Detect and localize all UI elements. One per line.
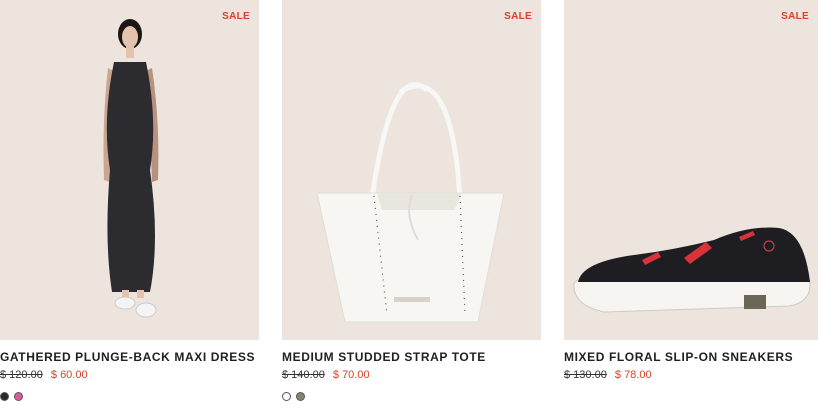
product-image[interactable]: SALE bbox=[282, 0, 541, 340]
original-price: $ 140.00 bbox=[282, 369, 325, 381]
color-swatches bbox=[282, 392, 305, 401]
product-title[interactable]: MIXED FLORAL SLIP-ON SNEAKERS bbox=[564, 350, 793, 364]
price-row: $ 120.00 $ 60.00 bbox=[0, 369, 88, 381]
color-swatch-pink[interactable] bbox=[14, 392, 23, 401]
tote-bag-image bbox=[316, 82, 505, 323]
color-swatch-taupe[interactable] bbox=[296, 392, 305, 401]
sneaker-image bbox=[573, 227, 811, 313]
product-card: SALE MEDIUM STUDDED STRAP TOTE $ 140.00 … bbox=[282, 0, 541, 412]
sale-badge: SALE bbox=[781, 11, 809, 22]
price-row: $ 130.00 $ 78.00 bbox=[564, 369, 652, 381]
sale-badge: SALE bbox=[504, 11, 532, 22]
dress-image bbox=[103, 19, 159, 318]
product-card: SALE MIXED FLORAL SLIP-ON SNEAKERS $ 130… bbox=[564, 0, 818, 412]
product-image[interactable]: SALE bbox=[0, 0, 259, 340]
product-grid: SALE GATHERED PLUNGE-BACK MAXI DRESS $ 1… bbox=[0, 0, 818, 412]
color-swatches bbox=[0, 392, 23, 401]
product-title[interactable]: GATHERED PLUNGE-BACK MAXI DRESS bbox=[0, 350, 255, 364]
original-price: $ 130.00 bbox=[564, 369, 607, 381]
color-swatch-dark[interactable] bbox=[0, 392, 9, 401]
original-price: $ 120.00 bbox=[0, 369, 43, 381]
product-title[interactable]: MEDIUM STUDDED STRAP TOTE bbox=[282, 350, 486, 364]
sale-badge: SALE bbox=[222, 11, 250, 22]
price-row: $ 140.00 $ 70.00 bbox=[282, 369, 370, 381]
product-image[interactable]: SALE bbox=[564, 0, 818, 340]
sale-price: $ 70.00 bbox=[332, 369, 370, 381]
sale-price: $ 78.00 bbox=[614, 369, 652, 381]
sale-price: $ 60.00 bbox=[50, 369, 88, 381]
color-swatch-white[interactable] bbox=[282, 392, 291, 401]
product-card: SALE GATHERED PLUNGE-BACK MAXI DRESS $ 1… bbox=[0, 0, 259, 412]
